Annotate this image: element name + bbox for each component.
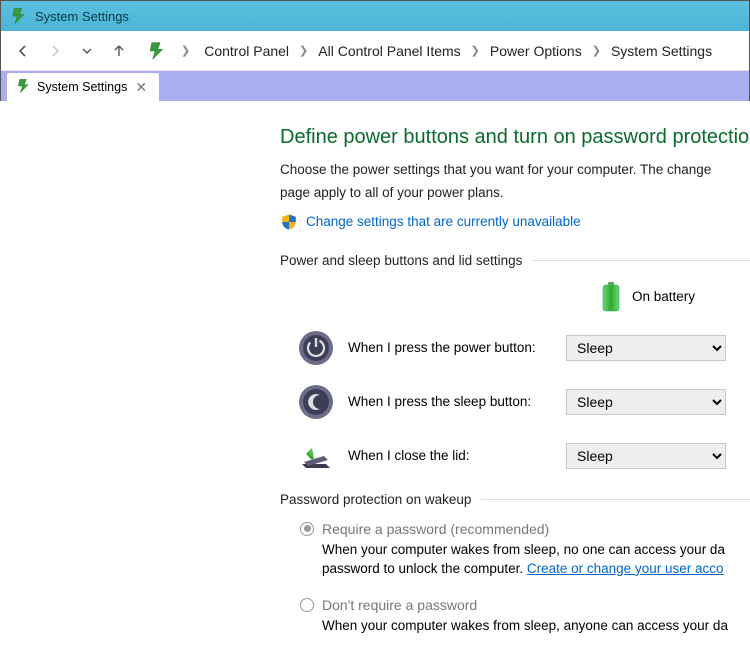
on-battery-header: On battery <box>600 282 750 312</box>
require-password-radio[interactable] <box>300 522 314 536</box>
tab-strip: System Settings ✕ <box>1 71 749 101</box>
nav-bar: ❯ Control Panel ❯ All Control Panel Item… <box>1 31 749 71</box>
sleep-button-select[interactable]: Sleep <box>566 389 726 415</box>
chevron-right-icon[interactable]: ❯ <box>588 44 605 57</box>
battery-icon <box>600 282 622 312</box>
power-plan-tab-icon <box>15 78 31 97</box>
require-password-desc: When your computer wakes from sleep, no … <box>322 541 750 579</box>
on-battery-label: On battery <box>632 289 695 304</box>
breadcrumb-item[interactable]: All Control Panel Items <box>316 41 462 61</box>
breadcrumb-item[interactable]: System Settings <box>609 41 714 61</box>
change-settings-link[interactable]: Change settings that are currently unava… <box>306 214 581 229</box>
chevron-right-icon[interactable]: ❯ <box>295 44 312 57</box>
window-titlebar: System Settings <box>1 1 749 31</box>
power-plan-breadcrumb-icon <box>145 40 167 62</box>
power-button-icon <box>298 330 334 366</box>
change-settings-link-row: Change settings that are currently unava… <box>280 213 750 231</box>
dont-require-password-label: Don't require a password <box>322 597 477 613</box>
power-button-label: When I press the power button: <box>348 340 566 355</box>
uac-shield-icon <box>280 213 298 231</box>
tab-system-settings[interactable]: System Settings ✕ <box>7 73 159 101</box>
close-lid-row: When I close the lid: Sleep <box>280 438 750 474</box>
nav-back-button[interactable] <box>11 39 35 63</box>
close-lid-select[interactable]: Sleep <box>566 443 726 469</box>
chevron-right-icon[interactable]: ❯ <box>177 44 194 57</box>
nav-forward-button[interactable] <box>43 39 67 63</box>
sleep-button-row: When I press the sleep button: Sleep <box>280 384 750 420</box>
content-area: Define power buttons and turn on passwor… <box>0 101 750 661</box>
power-button-row: When I press the power button: Sleep <box>280 330 750 366</box>
power-plan-app-icon <box>9 7 27 25</box>
create-change-account-link[interactable]: Create or change your user acco <box>527 561 724 576</box>
breadcrumb: Control Panel ❯ All Control Panel Items … <box>202 41 714 61</box>
tab-label: System Settings <box>37 80 127 94</box>
require-password-radio-row: Require a password (recommended) <box>300 521 750 537</box>
window-title: System Settings <box>35 9 129 24</box>
nav-up-button[interactable] <box>107 39 131 63</box>
dont-require-password-radio-row: Don't require a password <box>300 597 750 613</box>
nav-history-dropdown[interactable] <box>75 39 99 63</box>
laptop-lid-icon <box>298 438 334 474</box>
close-lid-label: When I close the lid: <box>348 448 566 463</box>
dont-require-password-desc: When your computer wakes from sleep, any… <box>322 617 750 636</box>
power-button-select[interactable]: Sleep <box>566 335 726 361</box>
group-password-label: Password protection on wakeup <box>280 492 750 507</box>
page-heading: Define power buttons and turn on passwor… <box>280 126 750 149</box>
breadcrumb-item[interactable]: Control Panel <box>202 41 291 61</box>
page-subtext: page apply to all of your power plans. <box>280 184 750 203</box>
breadcrumb-item[interactable]: Power Options <box>488 41 584 61</box>
tab-close-button[interactable]: ✕ <box>133 79 149 96</box>
sleep-button-icon <box>298 384 334 420</box>
sleep-button-label: When I press the sleep button: <box>348 394 566 409</box>
group-power-sleep-label: Power and sleep buttons and lid settings <box>280 253 750 268</box>
chevron-right-icon[interactable]: ❯ <box>467 44 484 57</box>
dont-require-password-radio[interactable] <box>300 598 314 612</box>
page-subtext: Choose the power settings that you want … <box>280 161 750 180</box>
require-password-label: Require a password (recommended) <box>322 521 549 537</box>
